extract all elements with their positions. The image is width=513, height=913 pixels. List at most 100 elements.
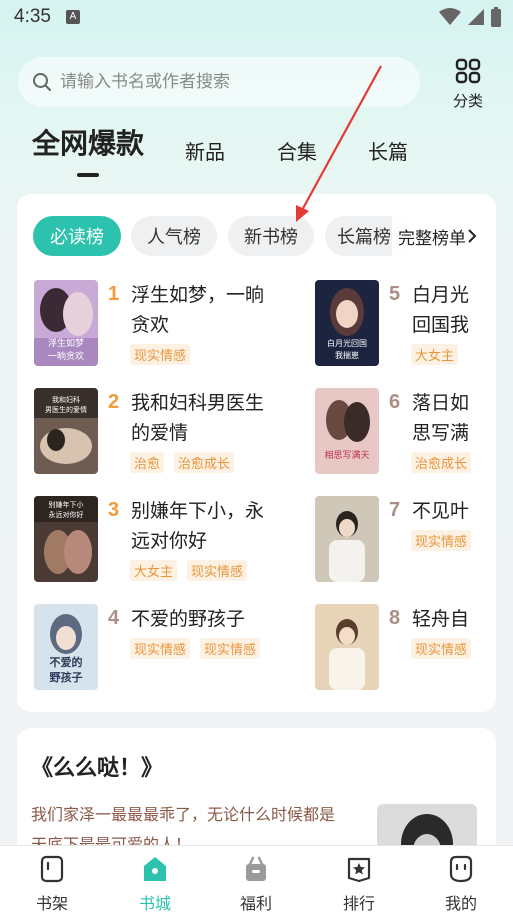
book-item-4[interactable]: 不爱的 野孩子 4 不爱的野孩子 现实情感 现实情感: [34, 604, 294, 694]
book-title: 别嫌年下小，永远对你好: [131, 500, 265, 552]
book-tags: 现实情感: [130, 344, 191, 365]
search-bar[interactable]: [18, 57, 420, 107]
book-cover: 相思写满天: [315, 388, 379, 474]
rank-number: 5: [389, 283, 401, 305]
book-cover: 别嫌年下小 永远对你好: [34, 496, 98, 582]
battery-icon: [491, 7, 501, 27]
status-icons: [439, 7, 501, 27]
gift-icon: [246, 856, 266, 881]
tag: 现实情感: [130, 638, 191, 659]
search-input[interactable]: [60, 72, 400, 92]
tag: 现实情感: [200, 638, 261, 659]
book-cover: 我和妇科 男医生的爱情: [34, 388, 98, 474]
nav-label: 福利: [239, 894, 272, 913]
category-label: 分类: [452, 92, 483, 110]
book-title: 不爱的野孩子: [131, 608, 246, 630]
cellular-icon: [468, 9, 484, 25]
book-cover: 白月光回国 我揣崽: [315, 280, 379, 366]
book-title: 不见叶: [412, 500, 470, 522]
svg-text:永远对你好: 永远对你好: [49, 510, 84, 519]
book-tags: 大女主 现实情感: [130, 560, 248, 581]
svg-text:不爱的: 不爱的: [50, 655, 83, 669]
chip-must-read[interactable]: 必读榜: [33, 216, 121, 256]
book-item-7[interactable]: 7 不见叶 现实情感: [315, 496, 496, 586]
nav-profile[interactable]: 我的: [431, 854, 491, 913]
svg-text:相思写满天: 相思写满天: [324, 449, 369, 461]
tag: 现实情感: [411, 530, 472, 551]
full-list-label: 完整榜单: [398, 228, 466, 249]
nav-label: 我的: [444, 894, 477, 913]
keyboard-notification-icon: A: [66, 10, 80, 24]
book-item-8[interactable]: 8 轻舟自 现实情感: [315, 604, 496, 694]
tag: 治愈成长: [411, 452, 472, 473]
search-icon: [33, 73, 51, 91]
profile-icon: [449, 855, 473, 883]
book-item-2[interactable]: 我和妇科 男医生的爱情 2 我和妇科男医生的爱情 治愈 治愈成长: [34, 388, 294, 478]
book-item-6[interactable]: 相思写满天 6 落日如思写满天 治愈成长: [315, 388, 496, 478]
bookshelf-icon: [40, 855, 64, 883]
tab-new[interactable]: 新品: [185, 136, 225, 165]
tag: 现实情感: [187, 560, 248, 581]
tag: 现实情感: [411, 638, 472, 659]
nav-bookshelf[interactable]: 书架: [22, 854, 82, 913]
tab-collection[interactable]: 合集: [277, 136, 317, 165]
tag: 大女主: [130, 560, 178, 581]
book-cover: 不爱的 野孩子: [34, 604, 98, 690]
book-item-1[interactable]: 浮生如梦 一晌贪欢 1 浮生如梦，一晌贪欢 现实情感: [34, 280, 294, 370]
book-tags: 治愈 治愈成长: [130, 452, 235, 473]
svg-text:一晌贪欢: 一晌贪欢: [48, 350, 84, 362]
svg-text:别嫌年下小: 别嫌年下小: [49, 500, 84, 509]
rank-number: 3: [108, 499, 120, 521]
nav-label: 书架: [35, 894, 68, 913]
tab-long[interactable]: 长篇: [368, 136, 408, 165]
nav-welfare[interactable]: 福利: [226, 854, 286, 913]
book-title: 浮生如梦，一晌贪欢: [131, 284, 265, 336]
book-title: 轻舟自: [412, 608, 470, 630]
featured-book-title: 《么么哒！》: [31, 756, 164, 781]
book-title: 我和妇科男医生的爱情: [131, 392, 265, 444]
tag: 治愈成长: [174, 452, 235, 473]
rank-number: 4: [108, 607, 120, 629]
svg-text:我揣崽: 我揣崽: [335, 350, 359, 360]
chevron-right-icon: [468, 229, 477, 243]
svg-text:白月光回国: 白月光回国: [327, 338, 367, 348]
tag: 治愈: [130, 452, 165, 473]
svg-text:男医生的爱情: 男医生的爱情: [45, 405, 87, 414]
nav-label: 排行: [342, 894, 375, 913]
ranking-card: 必读榜 人气榜 新书榜 长篇榜 完整榜单 浮生如梦 一晌贪欢 1 浮生如梦，一晌…: [17, 194, 496, 712]
status-bar: 4:35 A: [0, 0, 513, 36]
tab-hot[interactable]: 全网爆款: [32, 122, 144, 162]
tag: 现实情感: [130, 344, 191, 365]
chip-new-books[interactable]: 新书榜: [228, 216, 314, 256]
full-list-link[interactable]: 完整榜单: [392, 216, 496, 256]
rank-number: 1: [108, 283, 120, 305]
svg-text:野孩子: 野孩子: [50, 670, 83, 684]
tag: 大女主: [411, 344, 459, 365]
chip-popular[interactable]: 人气榜: [131, 216, 217, 256]
book-title: 落日如思写满天: [412, 392, 470, 444]
rank-number: 6: [389, 391, 401, 413]
nav-bookstore[interactable]: 书城: [125, 854, 185, 913]
rank-number: 8: [389, 607, 401, 629]
book-cover: [315, 496, 379, 582]
book-cover: [315, 604, 379, 690]
book-item-5[interactable]: 白月光回国 我揣崽 5 白月光回国我揣崽跑路 大女主: [315, 280, 496, 370]
book-tags: 现实情感 现实情感: [130, 638, 261, 659]
bottom-navigation: 书架 书城 福利 排行 我的: [0, 845, 513, 913]
nav-label: 书城: [138, 894, 171, 913]
grid-icon: [455, 58, 481, 84]
nav-ranking[interactable]: 排行: [329, 854, 389, 913]
book-tags: 大女主: [411, 344, 459, 365]
svg-text:我和妇科: 我和妇科: [52, 395, 80, 404]
ranking-icon: [347, 857, 371, 883]
status-time: 4:35: [14, 6, 51, 27]
book-tags: 现实情感: [411, 530, 495, 551]
wifi-icon: [439, 8, 461, 25]
book-title: 白月光回国我揣崽跑路: [412, 284, 470, 336]
svg-text:浮生如梦: 浮生如梦: [48, 337, 84, 349]
rank-number: 7: [389, 499, 401, 521]
book-item-3[interactable]: 别嫌年下小 永远对你好 3 别嫌年下小，永远对你好 大女主 现实情感: [34, 496, 294, 586]
book-tags: 现实情感: [411, 638, 495, 659]
category-button[interactable]: 分类: [446, 58, 490, 110]
rank-number: 2: [108, 391, 120, 413]
